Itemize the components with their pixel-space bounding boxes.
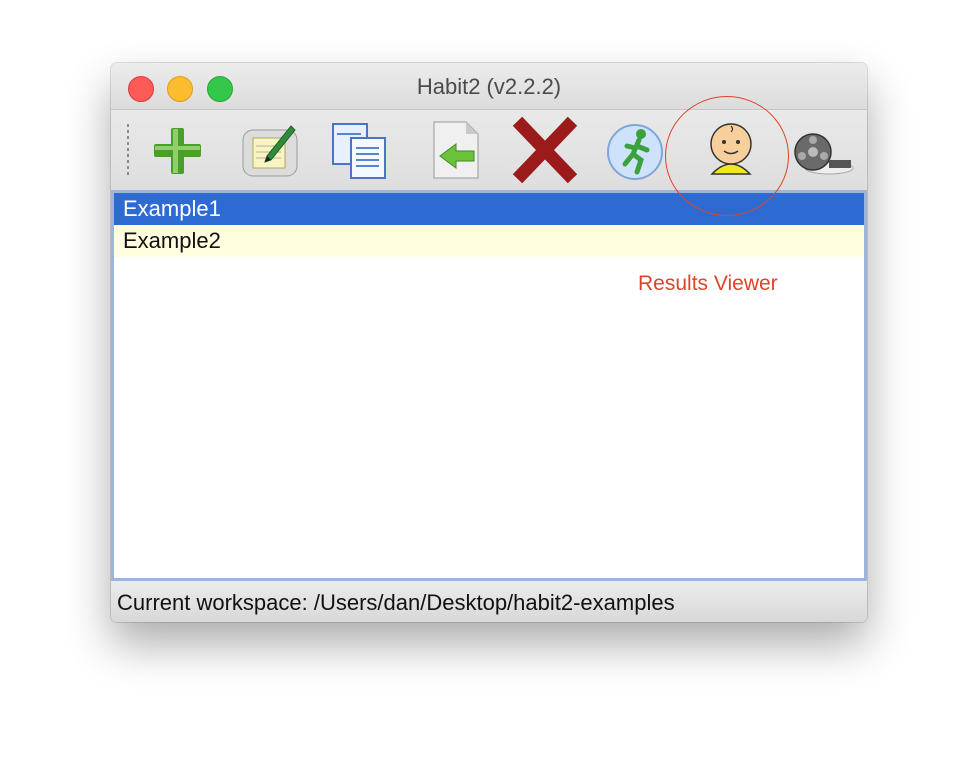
copy-icon — [332, 123, 386, 179]
add-button[interactable] — [144, 116, 210, 184]
experiment-list[interactable]: Example1 Example2 — [111, 190, 867, 581]
annotation-label: Results Viewer — [638, 272, 778, 295]
run-icon — [607, 124, 663, 180]
film-reel-icon — [794, 133, 854, 175]
run-button[interactable] — [605, 116, 671, 184]
status-text: Current workspace: /Users/dan/Desktop/ha… — [117, 590, 675, 615]
import-button[interactable] — [422, 116, 488, 184]
stimuli-button[interactable] — [789, 116, 855, 184]
delete-icon — [512, 116, 578, 184]
edit-button[interactable] — [237, 116, 303, 184]
copy-button[interactable] — [327, 116, 393, 184]
edit-icon — [242, 125, 298, 177]
delete-button[interactable] — [512, 116, 578, 184]
add-icon — [154, 128, 201, 174]
status-bar: Current workspace: /Users/dan/Desktop/ha… — [111, 581, 867, 622]
window-title: Habit2 (v2.2.2) — [416, 74, 562, 99]
annotation-circle — [665, 96, 789, 216]
toolbar-grip[interactable] — [127, 124, 129, 176]
list-item[interactable]: Example2 — [114, 225, 864, 257]
import-icon — [433, 121, 479, 179]
